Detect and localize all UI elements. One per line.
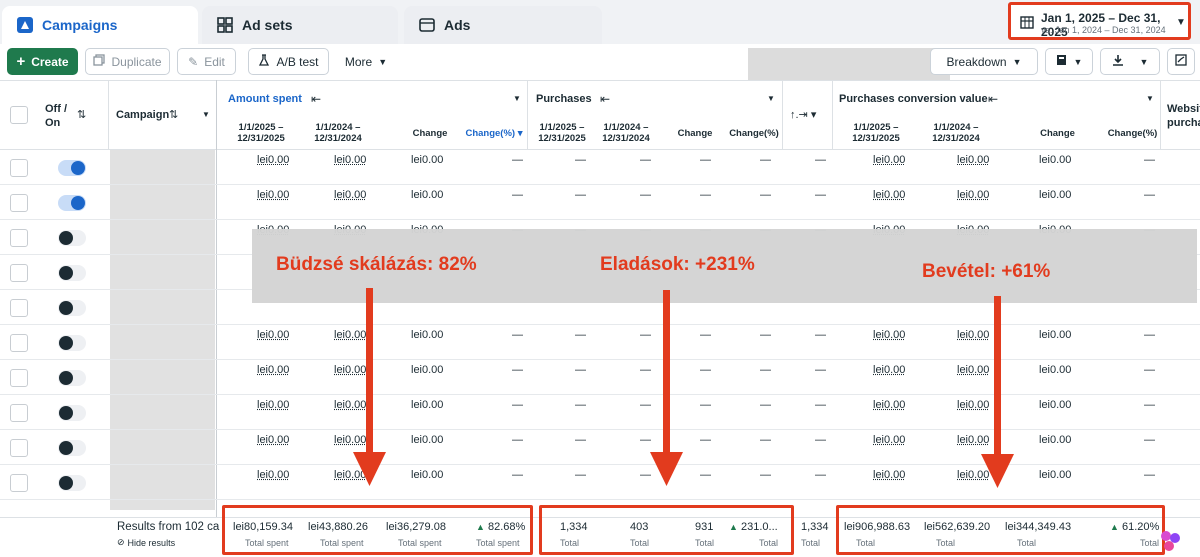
- trend-up-icon: ▲: [729, 522, 738, 532]
- total-spent-pct: ▲ 82.68%: [476, 521, 526, 533]
- total-purchases-pct: ▲ 231.0...: [729, 521, 778, 533]
- total-pcv-a-label: Total: [856, 538, 876, 548]
- total-pcv-c: lei344,349.43: [1005, 521, 1072, 533]
- total-purchases-b: 403: [630, 521, 649, 533]
- total-purchases-a: 1,334: [560, 521, 588, 533]
- total-pcv-b: lei562,639.20: [924, 521, 991, 533]
- total-pcv-pct: ▲ 61.20%: [1110, 521, 1160, 533]
- total-pcv-pct-label: Total: [1140, 538, 1160, 548]
- total-spent-b: lei43,880.26: [308, 521, 368, 533]
- total-spent-b-label: Total spent: [320, 538, 364, 548]
- total-pcv-a: lei906,988.63: [844, 521, 911, 533]
- total-spent-pct-label: Total spent: [476, 538, 520, 548]
- trend-up-icon: ▲: [1110, 522, 1119, 532]
- trend-up-icon: ▲: [476, 522, 485, 532]
- eye-off-icon: ⊘: [117, 537, 125, 547]
- results-summary: Results from 102 ca: [117, 521, 220, 533]
- total-pcv-c-label: Total: [1017, 538, 1037, 548]
- total-purchases-a-label: Total: [560, 538, 580, 548]
- total-purchases-b-label: Total: [630, 538, 650, 548]
- total-extra-label: Total: [801, 538, 821, 548]
- total-purchases-c: 931: [695, 521, 714, 533]
- total-spent-c: lei36,279.08: [386, 521, 446, 533]
- total-extra: 1,334: [801, 521, 829, 533]
- total-purchases-pct-label: Total: [759, 538, 779, 548]
- total-spent-c-label: Total spent: [398, 538, 442, 548]
- total-spent-a: lei80,159.34: [233, 521, 293, 533]
- hide-results-link[interactable]: ⊘ Hide results: [117, 537, 175, 548]
- total-purchases-c-label: Total: [695, 538, 715, 548]
- annotation-arrows: [353, 288, 1014, 488]
- total-pcv-b-label: Total: [936, 538, 956, 548]
- total-spent-a-label: Total spent: [245, 538, 289, 548]
- assistant-icon[interactable]: [1158, 528, 1184, 557]
